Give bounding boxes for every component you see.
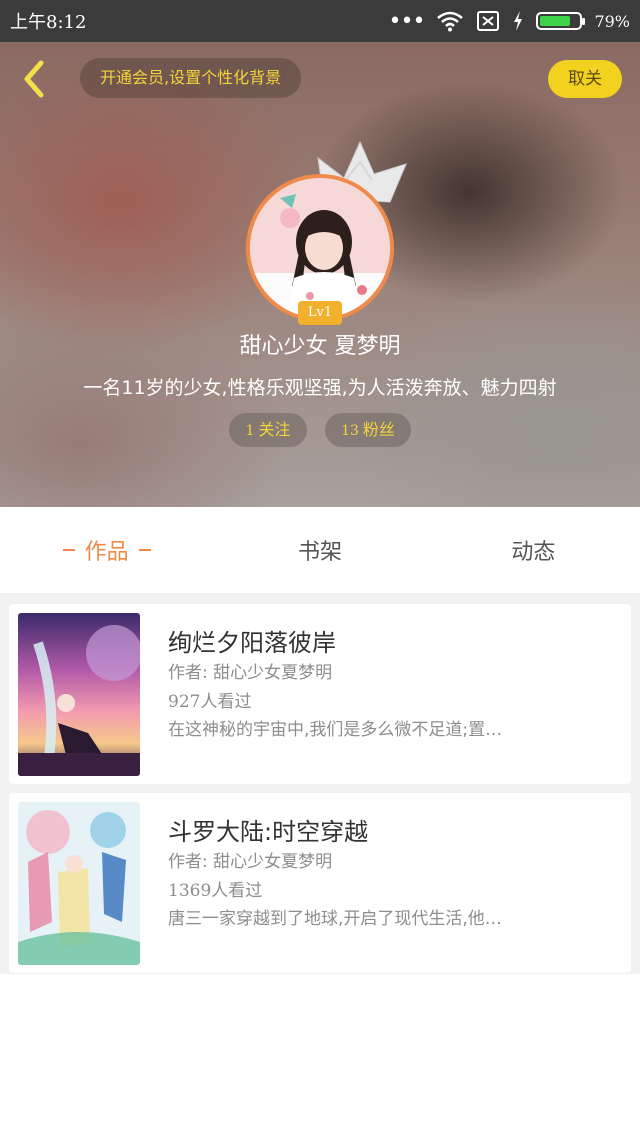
status-time: 上午8:12 (10, 12, 87, 33)
empty-area (0, 974, 640, 1138)
avatar-illustration (250, 178, 390, 318)
work-author: 作者: 甜心少女夏梦明 (168, 852, 333, 872)
status-bar: 上午8:12 ••• 79% (0, 0, 640, 42)
avatar-image (246, 174, 394, 322)
tab-works-label: 作品 (84, 540, 129, 565)
works-list: 绚烂夕阳落彼岸 作者: 甜心少女夏梦明 927人看过 在这神秘的宇宙中,我们是多… (0, 593, 640, 974)
tab-works[interactable]: 作品 (0, 507, 213, 593)
profile-tabs: 作品 书架 动态 (0, 507, 640, 593)
chevron-left-icon (24, 60, 44, 98)
work-views: 1369人看过 (168, 881, 263, 901)
vip-background-prompt[interactable]: 开通会员,设置个性化背景 (80, 58, 302, 98)
unfollow-button[interactable]: 取关 (548, 60, 622, 98)
charging-icon (514, 11, 523, 31)
battery-icon (536, 12, 586, 30)
fans-count-button[interactable]: 13 粉丝 (325, 413, 411, 447)
level-badge: Lv1 (298, 301, 342, 325)
following-count: 1 (245, 423, 255, 439)
tab-bookshelf-label: 书架 (297, 540, 342, 565)
back-button[interactable] (14, 56, 54, 102)
work-description: 在这神秘的宇宙中,我们是多么微不足道;置… (168, 720, 503, 740)
profile-header: 开通会员,设置个性化背景 取关 Lv1 甜心少女 夏梦明 一名11岁的少女,性格… (0, 42, 640, 507)
battery-fill (540, 16, 571, 26)
avatar[interactable] (246, 174, 394, 322)
battery-percent: 79% (594, 11, 630, 31)
work-title: 斗罗大陆:时空穿越 (168, 818, 369, 846)
list-item[interactable]: 绚烂夕阳落彼岸 作者: 甜心少女夏梦明 927人看过 在这神秘的宇宙中,我们是多… (9, 604, 631, 784)
work-views: 927人看过 (168, 692, 252, 712)
no-sim-icon (477, 11, 500, 31)
wifi-icon (437, 11, 464, 32)
following-count-button[interactable]: 1 关注 (229, 413, 307, 447)
work-cover-image (18, 802, 140, 965)
list-item[interactable]: 斗罗大陆:时空穿越 作者: 甜心少女夏梦明 1369人看过 唐三一家穿越到了地球… (9, 793, 631, 973)
work-description: 唐三一家穿越到了地球,开启了现代生活,他… (168, 909, 502, 929)
fans-label: 粉丝 (362, 420, 395, 439)
fans-count: 13 (341, 423, 359, 439)
status-icons: ••• 79% (389, 9, 631, 34)
tab-bookshelf[interactable]: 书架 (213, 507, 426, 593)
following-label: 关注 (258, 420, 291, 439)
tab-activity[interactable]: 动态 (427, 507, 640, 593)
tab-active-indicator-left (62, 549, 75, 551)
user-nickname: 甜心少女 夏梦明 (239, 334, 401, 359)
tab-active-indicator-right (138, 549, 151, 551)
work-title: 绚烂夕阳落彼岸 (168, 629, 336, 657)
more-dots-icon: ••• (388, 8, 426, 34)
work-cover-image (18, 613, 140, 776)
work-author: 作者: 甜心少女夏梦明 (168, 663, 333, 683)
user-bio: 一名11岁的少女,性格乐观坚强,为人活泼奔放、魅力四射 (83, 377, 557, 399)
tab-activity-label: 动态 (511, 540, 556, 565)
